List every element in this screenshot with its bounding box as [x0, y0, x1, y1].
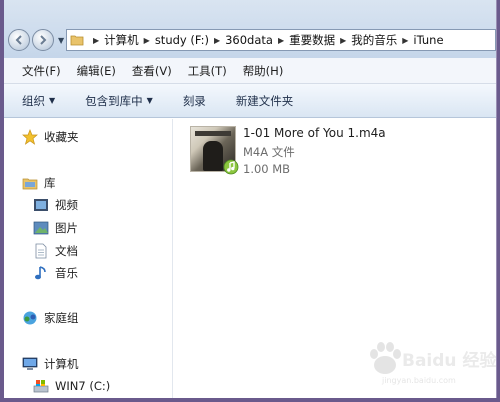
album-art-band [195, 131, 231, 136]
homegroup-icon [23, 311, 37, 325]
nav-documents[interactable]: 文档 [33, 243, 78, 259]
breadcrumb-separator-icon[interactable]: ▶ [278, 36, 284, 45]
file-size: 1.00 MB [243, 162, 291, 176]
breadcrumb-itunes[interactable]: iTune [413, 33, 443, 47]
organize-button[interactable]: 组织 ▼ [22, 93, 55, 109]
nav-computer[interactable]: 计算机 [22, 356, 79, 372]
breadcrumb-my-music[interactable]: 我的音乐 [351, 32, 397, 48]
breadcrumb-separator-icon[interactable]: ▶ [144, 36, 150, 45]
chevron-down-icon: ▼ [146, 96, 153, 105]
album-art-figure [203, 141, 223, 171]
file-name: 1-01 More of You 1.m4a [243, 126, 386, 140]
back-arrow-icon [15, 35, 22, 45]
nav-libraries-label: 库 [44, 176, 56, 190]
watermark-text: Baidu 经验 [402, 351, 497, 371]
file-item[interactable]: 1-01 More of You 1.m4a M4A 文件 1.00 MB [190, 124, 430, 176]
new-folder-button[interactable]: 新建文件夹 [236, 93, 294, 109]
nav-homegroup-label: 家庭组 [44, 311, 79, 325]
watermark-url: jingyan.baidu.com [382, 376, 456, 385]
forward-button[interactable] [32, 29, 54, 51]
menu-file[interactable]: 文件(F) [22, 63, 61, 79]
nav-pictures[interactable]: 图片 [33, 220, 78, 236]
computer-icon [22, 357, 38, 370]
library-folder-icon [22, 178, 38, 190]
nav-music-label: 音乐 [55, 266, 78, 280]
breadcrumb-separator-icon[interactable]: ▶ [340, 36, 346, 45]
menu-tools[interactable]: 工具(T) [188, 63, 227, 79]
nav-documents-label: 文档 [55, 244, 78, 258]
forward-arrow-icon [40, 35, 47, 45]
menu-edit[interactable]: 编辑(E) [77, 63, 116, 79]
nav-pictures-label: 图片 [55, 221, 78, 235]
address-bar-area: ▼ ▶ 计算机 ▶ study (F:) ▶ 360data ▶ 重要数据 ▶ … [4, 0, 496, 58]
nav-videos-label: 视频 [55, 198, 78, 212]
recent-pages-dropdown-icon[interactable]: ▼ [58, 36, 64, 45]
folder-icon [70, 35, 84, 46]
nav-drive-c[interactable]: WIN7 (C:) [33, 378, 110, 394]
document-icon [35, 243, 47, 259]
nav-favorites-label: 收藏夹 [44, 130, 79, 144]
menu-bar: 文件(F) 编辑(E) 查看(V) 工具(T) 帮助(H) [4, 58, 496, 84]
itunes-badge-icon [223, 159, 239, 175]
music-note-icon [35, 266, 46, 280]
burn-button[interactable]: 刻录 [183, 93, 206, 109]
menu-help[interactable]: 帮助(H) [243, 63, 284, 79]
explorer-window: ▼ ▶ 计算机 ▶ study (F:) ▶ 360data ▶ 重要数据 ▶ … [4, 0, 497, 398]
baidu-paw-logo [370, 342, 401, 374]
breadcrumb-separator-icon[interactable]: ▶ [93, 36, 99, 45]
nav-libraries[interactable]: 库 [22, 175, 56, 191]
breadcrumb-separator-icon[interactable]: ▶ [214, 36, 220, 45]
breadcrumb-drive[interactable]: study (F:) [155, 33, 209, 47]
chevron-down-icon: ▼ [49, 96, 56, 105]
breadcrumb-important-data[interactable]: 重要数据 [289, 32, 335, 48]
picture-icon [33, 221, 49, 235]
video-icon [34, 199, 48, 211]
breadcrumb-computer[interactable]: 计算机 [104, 32, 139, 48]
command-bar: 组织 ▼ 包含到库中 ▼ 刻录 新建文件夹 [4, 84, 496, 118]
system-drive-icon [33, 380, 49, 393]
nav-computer-label: 计算机 [44, 357, 79, 371]
baidu-watermark: Baidu 经验 jingyan.baidu.com [364, 340, 497, 392]
breadcrumb-separator-icon[interactable]: ▶ [402, 36, 408, 45]
include-in-library-label: 包含到库中 [85, 93, 143, 108]
file-type: M4A 文件 [243, 145, 295, 159]
nav-drive-c-label: WIN7 (C:) [55, 379, 111, 393]
nav-homegroup[interactable]: 家庭组 [22, 310, 79, 326]
address-bar[interactable]: ▶ 计算机 ▶ study (F:) ▶ 360data ▶ 重要数据 ▶ 我的… [66, 29, 496, 51]
star-icon [22, 129, 38, 145]
nav-favorites[interactable]: 收藏夹 [22, 129, 79, 145]
navigation-pane: 收藏夹 库 视频 图片 文档 音乐 家庭组 计算机 WIN7 (C:) [4, 119, 173, 398]
organize-label: 组织 [22, 93, 45, 108]
nav-music[interactable]: 音乐 [33, 265, 78, 281]
nav-videos[interactable]: 视频 [33, 197, 78, 213]
breadcrumb-360data[interactable]: 360data [225, 33, 273, 47]
back-button[interactable] [8, 29, 30, 51]
menu-view[interactable]: 查看(V) [132, 63, 172, 79]
include-in-library-button[interactable]: 包含到库中 ▼ [85, 93, 153, 109]
